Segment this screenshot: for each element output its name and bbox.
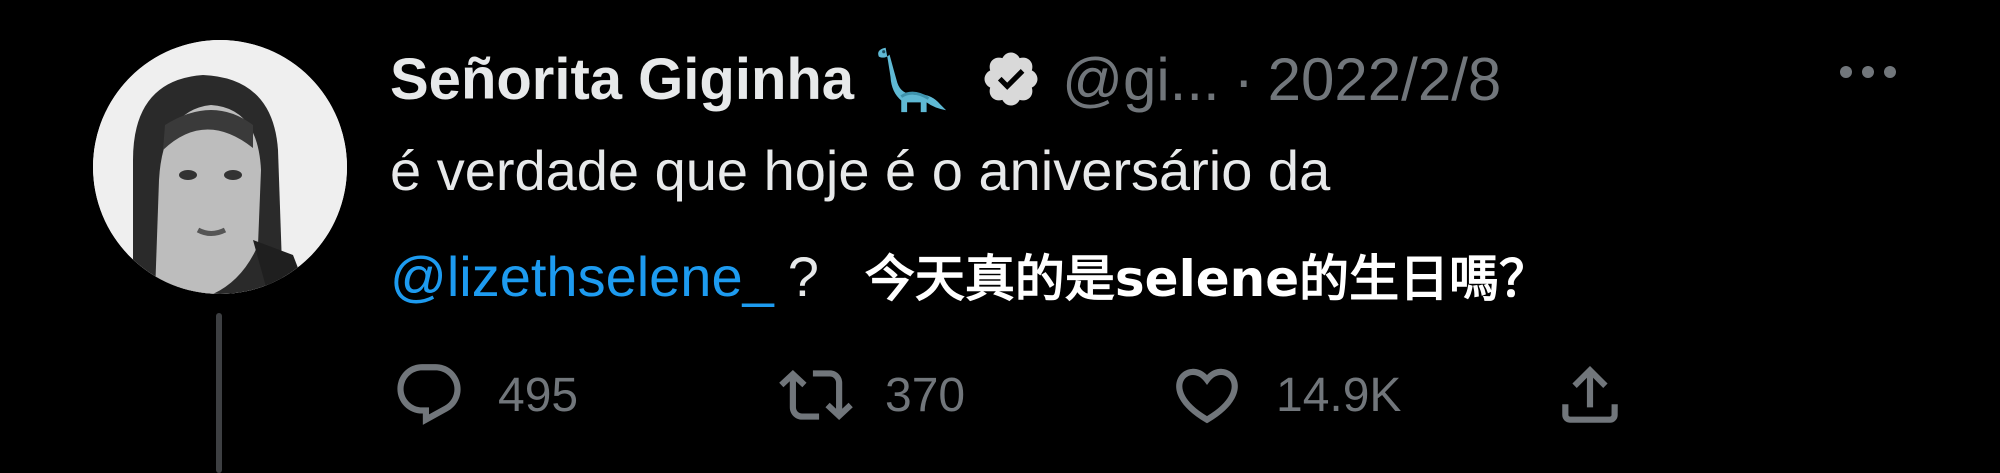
reply-count: 495 xyxy=(498,368,579,422)
more-icon[interactable] xyxy=(1830,54,1906,90)
tweet-text-line-1: é verdade que hoje é o aniversário da xyxy=(390,139,1331,202)
verified-badge-icon xyxy=(984,52,1038,106)
reply-icon xyxy=(397,364,461,425)
question-mark: ? xyxy=(787,245,819,308)
share-button[interactable] xyxy=(1553,350,1627,440)
separator-dot: · xyxy=(1233,45,1254,113)
reply-button[interactable]: 495 xyxy=(392,350,578,440)
heart-icon xyxy=(1176,368,1238,424)
tweet-text-line-2: @lizethselene_ ? 今天真的是selene的生日嗎？ xyxy=(390,239,1549,311)
like-button[interactable]: 14.9K xyxy=(1170,350,1401,440)
tweet-header: Señorita Giginha @gi... · 2022/2/8 xyxy=(390,36,1501,122)
action-bar: 495 370 14.9K xyxy=(0,350,2000,440)
share-icon xyxy=(1562,365,1618,423)
avatar-photo xyxy=(93,40,347,294)
retweet-icon xyxy=(779,369,853,421)
sauropod-dinosaur-emoji xyxy=(878,47,947,113)
timestamp[interactable]: 2022/2/8 xyxy=(1268,45,1502,114)
avatar[interactable] xyxy=(93,40,347,294)
tweet: Señorita Giginha @gi... · 2022/2/8 é ver… xyxy=(0,0,2000,473)
caption-cjk: 今天真的是selene的生日嗎？ xyxy=(864,250,1550,308)
mention-link[interactable]: @lizethselene_ xyxy=(390,244,774,309)
retweet-button[interactable]: 370 xyxy=(779,350,965,440)
display-name[interactable]: Señorita Giginha xyxy=(390,46,854,113)
like-count: 14.9K xyxy=(1276,368,1402,422)
retweet-count: 370 xyxy=(885,368,966,422)
handle[interactable]: @gi... xyxy=(1062,45,1220,114)
